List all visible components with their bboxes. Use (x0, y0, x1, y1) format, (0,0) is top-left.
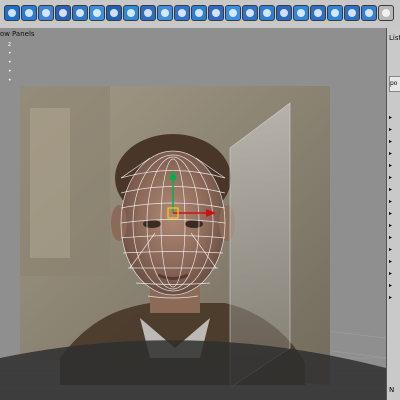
side-panel-row[interactable]: ▸ (389, 138, 400, 146)
axis-marker: • (8, 50, 12, 57)
side-panel-row[interactable]: ▸ (389, 246, 400, 254)
bevel-icon[interactable] (259, 5, 275, 21)
render-glyph (382, 9, 390, 17)
side-panel-row[interactable]: ▸ (389, 174, 400, 182)
view-menu[interactable]: ow (0, 28, 10, 40)
viewport-scene[interactable] (0, 28, 386, 400)
axis-marker: • (8, 77, 12, 84)
bevel-glyph (263, 9, 271, 17)
side-panel-row[interactable]: ▸ (389, 222, 400, 230)
panels-menu[interactable]: Panels (12, 28, 35, 40)
side-panel-field[interactable]: po (389, 76, 400, 92)
cylinder-icon[interactable] (208, 5, 224, 21)
cube-glyph (178, 9, 186, 17)
extrude-icon[interactable] (242, 5, 258, 21)
split-icon[interactable] (276, 5, 292, 21)
side-panel-row[interactable]: ▸ (389, 210, 400, 218)
axis-marker: • (8, 68, 12, 75)
render-icon[interactable] (378, 5, 394, 21)
side-panel-row[interactable]: ▸ (389, 150, 400, 158)
lasso-tool-glyph (25, 9, 33, 17)
show-manipulator-icon[interactable] (140, 5, 156, 21)
select-tool-glyph (8, 9, 16, 17)
mirror-glyph (348, 9, 356, 17)
side-panel-row[interactable]: ▸ (389, 198, 400, 206)
side-panel-row[interactable]: ▸ (389, 294, 400, 302)
side-panel: List po ▸ ▸ ▸ ▸ ▸ ▸ ▸ ▸ ▸ ▸ ▸ ▸ ▸ ▸ ▸ ▸ N (386, 28, 400, 400)
side-panel-row[interactable]: ▸ (389, 162, 400, 170)
bridge-glyph (331, 9, 339, 17)
axis-marker: z (8, 41, 12, 48)
smooth-glyph (314, 9, 322, 17)
uv-glyph (365, 9, 373, 17)
side-panel-footer[interactable]: N (389, 386, 394, 394)
cube-icon[interactable] (174, 5, 190, 21)
paint-select-glyph (42, 9, 50, 17)
uv-icon[interactable] (361, 5, 377, 21)
cylinder-glyph (212, 9, 220, 17)
rotate-tool-glyph (76, 9, 84, 17)
scale-tool-icon[interactable] (89, 5, 105, 21)
panel-menu-bar: ow Panels (0, 28, 386, 40)
merge-icon[interactable] (293, 5, 309, 21)
move-tool-icon[interactable] (55, 5, 71, 21)
side-panel-row[interactable]: ▸ (389, 186, 400, 194)
show-manipulator-glyph (144, 9, 152, 17)
lasso-tool-icon[interactable] (21, 5, 37, 21)
sculpt-glyph (161, 9, 169, 17)
soft-mod-glyph (127, 9, 135, 17)
axis-markers: z • • • • (8, 40, 12, 85)
select-tool-icon[interactable] (4, 5, 20, 21)
split-glyph (280, 9, 288, 17)
sphere-icon[interactable] (191, 5, 207, 21)
plane-glyph (229, 9, 237, 17)
side-panel-row[interactable]: ▸ (389, 282, 400, 290)
merge-glyph (297, 9, 305, 17)
side-panel-row[interactable]: ▸ (389, 270, 400, 278)
side-panel-header[interactable]: List (389, 34, 400, 42)
mirror-icon[interactable] (344, 5, 360, 21)
extrude-glyph (246, 9, 254, 17)
perspective-viewport[interactable]: ow Panels z • • • • (0, 28, 386, 400)
smooth-icon[interactable] (310, 5, 326, 21)
axis-marker: • (8, 59, 12, 66)
rotate-tool-icon[interactable] (72, 5, 88, 21)
side-panel-row[interactable]: ▸ (389, 126, 400, 134)
sculpt-icon[interactable] (157, 5, 173, 21)
plane-icon[interactable] (225, 5, 241, 21)
manipulator-glyph (110, 9, 118, 17)
scale-tool-glyph (93, 9, 101, 17)
sphere-glyph (195, 9, 203, 17)
paint-select-icon[interactable] (38, 5, 54, 21)
side-panel-row[interactable]: ▸ (389, 258, 400, 266)
bridge-icon[interactable] (327, 5, 343, 21)
side-panel-row[interactable]: ▸ (389, 234, 400, 242)
shelf-toolbar (0, 0, 400, 29)
move-tool-glyph (59, 9, 67, 17)
side-panel-row[interactable]: ▸ (389, 114, 400, 122)
soft-mod-icon[interactable] (123, 5, 139, 21)
manipulator-icon[interactable] (106, 5, 122, 21)
